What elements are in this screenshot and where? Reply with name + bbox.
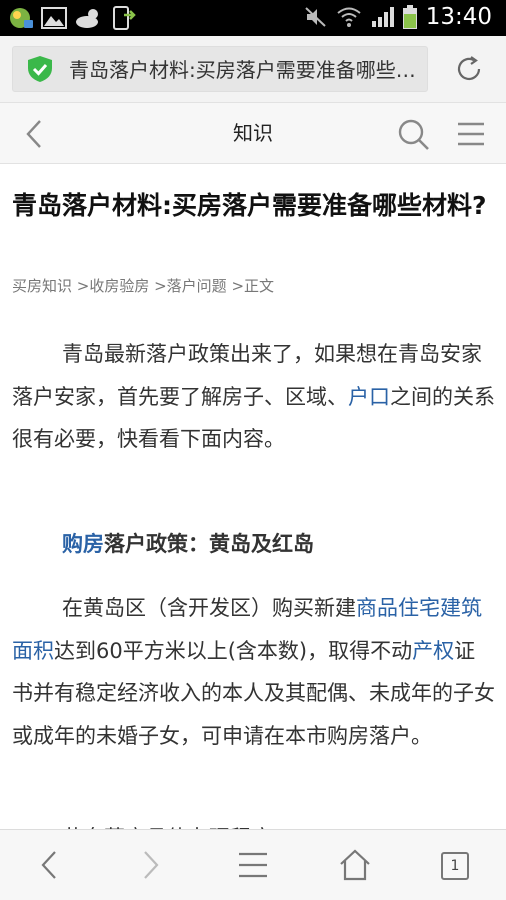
section-heading-text: 落户政策：黄岛及红岛 xyxy=(104,532,314,556)
menu-icon[interactable] xyxy=(456,119,486,149)
header-title: 知识 xyxy=(233,121,273,145)
shield-check-icon xyxy=(28,56,52,82)
section-heading: 购房落户政策：黄岛及红岛 xyxy=(62,523,314,565)
purchase-link[interactable]: 购房 xyxy=(62,532,104,556)
bottom-toolbar: 1 xyxy=(0,829,506,900)
status-bar: 13:40 xyxy=(0,0,506,36)
tabs-count: 1 xyxy=(450,858,460,874)
policy-paragraph: 在黄岛区（含开发区）购买新建商品住宅建筑面积达到60平方米以上(含本数)，取得不… xyxy=(12,587,496,757)
weather-app-icon xyxy=(10,8,33,28)
forward-icon[interactable] xyxy=(134,848,168,882)
signal-icon xyxy=(371,7,394,27)
browser-address-area: 青岛落户材料:买房落户需要准备哪些材料? xyxy=(0,36,506,102)
weather-cloud-icon xyxy=(76,9,98,28)
reload-icon[interactable] xyxy=(454,54,484,84)
gallery-icon xyxy=(41,7,67,29)
phone-update-icon xyxy=(113,6,136,30)
intro-paragraph: 青岛最新落户政策出来了，如果想在青岛安家落户安家，首先要了解房子、区域、户口之间… xyxy=(12,333,496,461)
address-text[interactable]: 青岛落户材料:买房落户需要准备哪些材料? xyxy=(69,47,421,93)
system-icons: 13:40 xyxy=(304,4,492,30)
property-rights-link[interactable]: 产权 xyxy=(412,639,454,663)
policy-text-b: 达到60平方米以上(含本数)，取得不动 xyxy=(54,638,413,663)
back-arrow-icon[interactable] xyxy=(18,117,52,151)
clock: 13:40 xyxy=(425,4,492,30)
battery-icon xyxy=(402,5,417,29)
procedure-paragraph: 黄岛落户具体办理程序： xyxy=(12,817,496,829)
article-content: 青岛落户材料:买房落户需要准备哪些材料? 买房知识 >收房验房 >落户问题 >正… xyxy=(0,165,506,829)
article-title: 青岛落户材料:买房落户需要准备哪些材料? xyxy=(12,191,487,220)
tabs-button[interactable]: 1 xyxy=(441,852,469,880)
hukou-link[interactable]: 户口 xyxy=(348,385,390,409)
notification-icons xyxy=(8,5,138,31)
menu-lines-icon[interactable] xyxy=(236,848,270,882)
breadcrumb[interactable]: 买房知识 >收房验房 >落户问题 >正文 xyxy=(12,275,274,296)
search-icon[interactable] xyxy=(396,117,430,151)
wifi-icon xyxy=(337,7,361,27)
home-icon[interactable] xyxy=(338,848,372,882)
page-header: 知识 xyxy=(0,102,506,164)
policy-text-a: 在黄岛区（含开发区）购买新建 xyxy=(62,596,356,620)
address-bar[interactable]: 青岛落户材料:买房落户需要准备哪些材料? xyxy=(12,46,428,92)
mute-icon xyxy=(305,7,326,27)
back-icon[interactable] xyxy=(32,848,66,882)
